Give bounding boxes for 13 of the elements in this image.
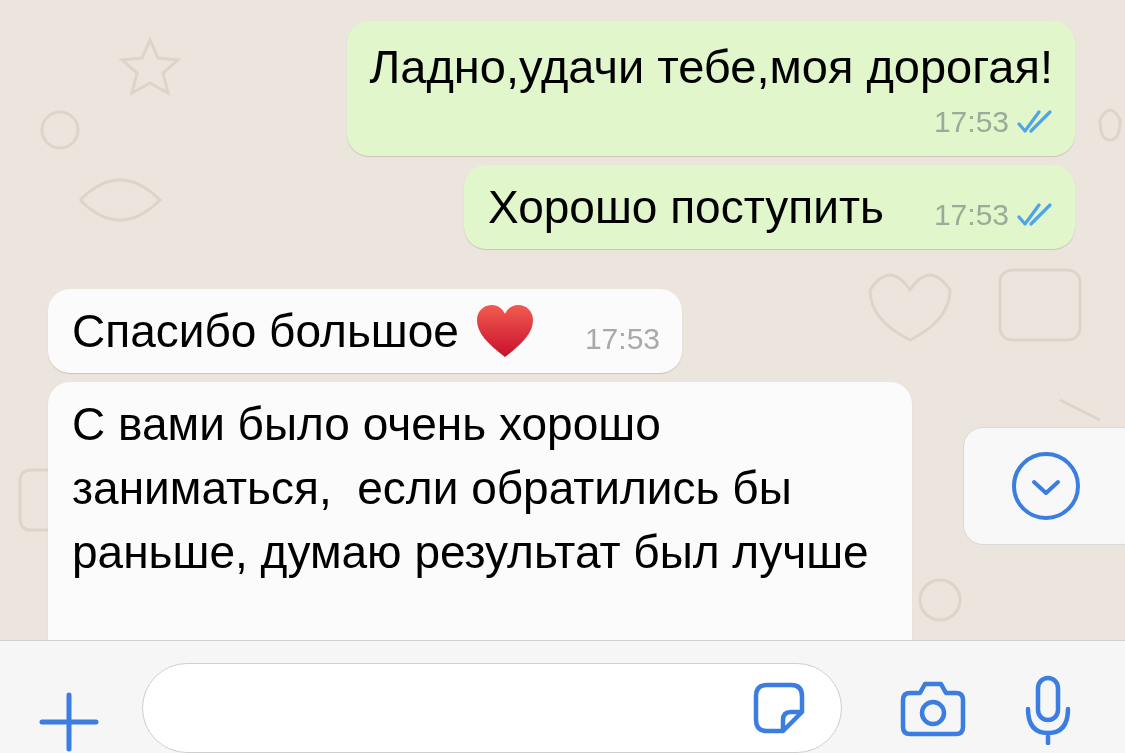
chevron-down-circle-icon: [1011, 451, 1081, 521]
message-text: С вами было очень хорошо заниматься, если обратились бы раньше, думаю результат был лучше: [72, 397, 870, 580]
camera-icon[interactable]: [900, 681, 966, 737]
message-text: Спасибо большое: [72, 304, 459, 359]
message-time: 17:53: [933, 197, 1009, 233]
microphone-icon[interactable]: [1024, 675, 1072, 745]
scroll-down-button[interactable]: [963, 427, 1125, 545]
message-time: 17:53: [584, 321, 660, 357]
message-text: Ладно,удачи тебе,моя дорогая!: [369, 39, 1053, 95]
message-text: Хорошо поступить: [488, 180, 884, 235]
message-time: 17:53: [933, 104, 1009, 140]
sticker-icon[interactable]: [753, 682, 805, 734]
plus-icon[interactable]: [38, 691, 100, 753]
